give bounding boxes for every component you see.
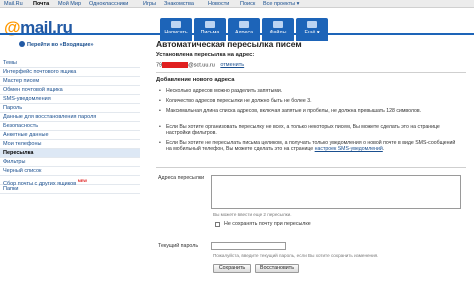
sidebar-item-phones[interactable]: Мои телефоны: [0, 140, 140, 149]
sidebar-item-interface[interactable]: Интерфейс почтового ящика: [0, 68, 140, 77]
sidebar-item-letter-wizard[interactable]: Мастер писем: [0, 77, 140, 86]
rule-item: Если Вы хотите организовать пересылку не…: [159, 124, 461, 137]
topnav-novosti[interactable]: Новости: [208, 1, 229, 7]
address-hint: Вы можете ввести еще 2 пересылки.: [213, 212, 292, 217]
sidebar-item-blacklist[interactable]: Черный список: [0, 167, 140, 176]
address-suffix: @sct.uu.ru: [188, 62, 215, 69]
topnav-moi-mir[interactable]: Мой Мир: [58, 1, 81, 7]
tab-compose[interactable]: Написать: [160, 18, 192, 41]
sidebar-item-sms[interactable]: SMS-уведомления: [0, 95, 140, 104]
forwarding-form: Адреса пересылки Вы можете ввести еще 2 …: [156, 167, 466, 282]
tab-more[interactable]: Ещё ▾: [296, 18, 328, 41]
sidebar-item-security[interactable]: Безопасность: [0, 122, 140, 131]
header-divider: [0, 33, 474, 35]
rule-item: Количество адресов пересылки не должно б…: [159, 98, 461, 105]
divider: [156, 72, 466, 73]
topnav-igry[interactable]: Игры: [143, 1, 156, 7]
installed-label: Установлена пересылка на адрес:: [156, 52, 255, 58]
redacted-block: [162, 62, 189, 68]
sidebar-item-recovery[interactable]: Данные для восстановления пароля: [0, 113, 140, 122]
new-badge: NEW: [77, 178, 88, 183]
sidebar-item-forwarding[interactable]: Пересылка: [0, 149, 140, 158]
folder-icon: [273, 21, 283, 28]
topnav-odnoklassniki[interactable]: Одноклассники: [89, 1, 128, 7]
contacts-icon: [239, 21, 249, 28]
section-title: Добавление нового адреса: [156, 77, 235, 83]
sidebar-item-filters[interactable]: Фильтры: [0, 158, 140, 167]
rule-item: Максимальная длина списка адресов, включ…: [159, 108, 461, 115]
password-hint: Пожалуйста, введите текущий пароль, если…: [213, 253, 379, 258]
sidebar-item-themes[interactable]: Темы: [0, 59, 140, 68]
sidebar-item-collector[interactable]: Сбор почты с других ящиков NEW: [0, 176, 140, 187]
forward-address-textarea[interactable]: [211, 175, 461, 209]
sidebar-item-mailbox[interactable]: Обмен почтовой ящика: [0, 86, 140, 95]
tab-files[interactable]: Файлы: [262, 18, 294, 41]
save-button[interactable]: Сохранить: [213, 264, 251, 273]
keep-copy-checkbox[interactable]: [215, 222, 220, 227]
envelope-icon: [205, 21, 215, 28]
topnav-pochta[interactable]: Почта: [33, 1, 49, 7]
topnav-mailru[interactable]: Mail.Ru: [4, 1, 23, 7]
more-icon: [307, 21, 317, 28]
topnav-all-projects[interactable]: Все проекты ▾: [263, 1, 299, 7]
tab-letters[interactable]: Письма: [194, 18, 226, 41]
back-to-inbox-link[interactable]: Перейти во «Входящие»: [27, 42, 94, 48]
compose-icon: [171, 21, 181, 28]
current-password-input[interactable]: [211, 242, 286, 250]
sms-settings-link[interactable]: настроек SMS-уведомлений: [315, 146, 383, 152]
restore-button[interactable]: Восстановить: [255, 264, 299, 273]
keep-copy-label: Не сохранять почту при пересылке: [224, 221, 311, 227]
forward-address-row: 79 @sct.uu.ru отменить: [156, 62, 244, 68]
tab-addresses[interactable]: Адреса: [228, 18, 260, 41]
sidebar-item-folders[interactable]: Папки: [0, 185, 140, 194]
password-label: Текущий пароль: [158, 243, 199, 249]
page-title: Автоматическая пересылка писем: [156, 39, 302, 49]
settings-sidebar: Перейти во «Входящие» Темы Интерфейс поч…: [0, 37, 140, 282]
topnav-znakomstva[interactable]: Знакомства: [164, 1, 194, 7]
mailru-logo[interactable]: @mail.ru: [4, 18, 73, 38]
rule-item: Несколько адресов можно разделить запяты…: [159, 88, 461, 95]
header: @mail.ru Написать Письма Адреса Файлы Ещ…: [0, 8, 474, 41]
sidebar-item-password[interactable]: Пароль: [0, 104, 140, 113]
sidebar-item-profile[interactable]: Анкетные данные: [0, 131, 140, 140]
cancel-forwarding-link[interactable]: отменить: [220, 62, 244, 68]
back-arrow-icon[interactable]: [19, 41, 25, 47]
rule-item: Если Вы хотите не пересылать письма цели…: [159, 140, 461, 153]
address-label: Адреса пересылки: [158, 175, 205, 181]
topnav-poisk[interactable]: Поиск: [240, 1, 255, 7]
top-navigation-bar: Mail.Ru Почта Мой Мир Одноклассники Игры…: [0, 0, 474, 8]
